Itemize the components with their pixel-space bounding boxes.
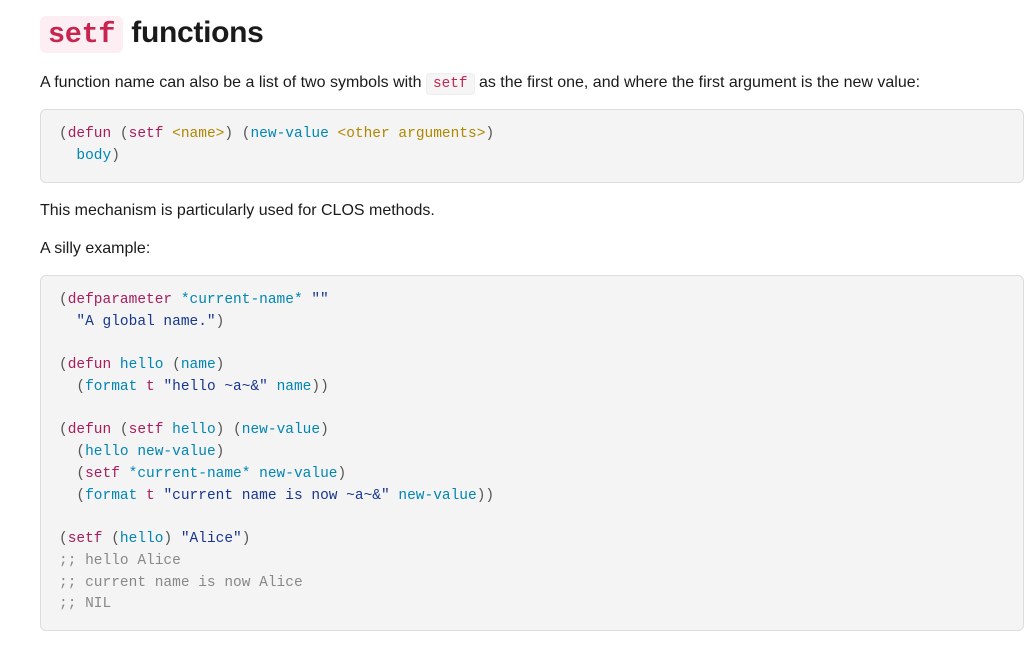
intro-text-after: as the first one, and where the first ar… bbox=[475, 74, 921, 91]
heading-setf-code: setf bbox=[40, 16, 123, 53]
code-block-setf-signature: (defun (setf <name>) (new-value <other a… bbox=[40, 109, 1024, 183]
inline-setf-code: setf bbox=[426, 73, 475, 95]
example-intro-paragraph: A silly example: bbox=[40, 237, 1024, 261]
section-heading: setf functions bbox=[40, 10, 1024, 57]
intro-text-before: A function name can also be a list of tw… bbox=[40, 74, 426, 91]
heading-text: functions bbox=[123, 16, 263, 49]
intro-paragraph: A function name can also be a list of tw… bbox=[40, 71, 1024, 96]
clos-paragraph: This mechanism is particularly used for … bbox=[40, 199, 1024, 223]
code-block-example: (defparameter *current-name* "" "A globa… bbox=[40, 275, 1024, 631]
